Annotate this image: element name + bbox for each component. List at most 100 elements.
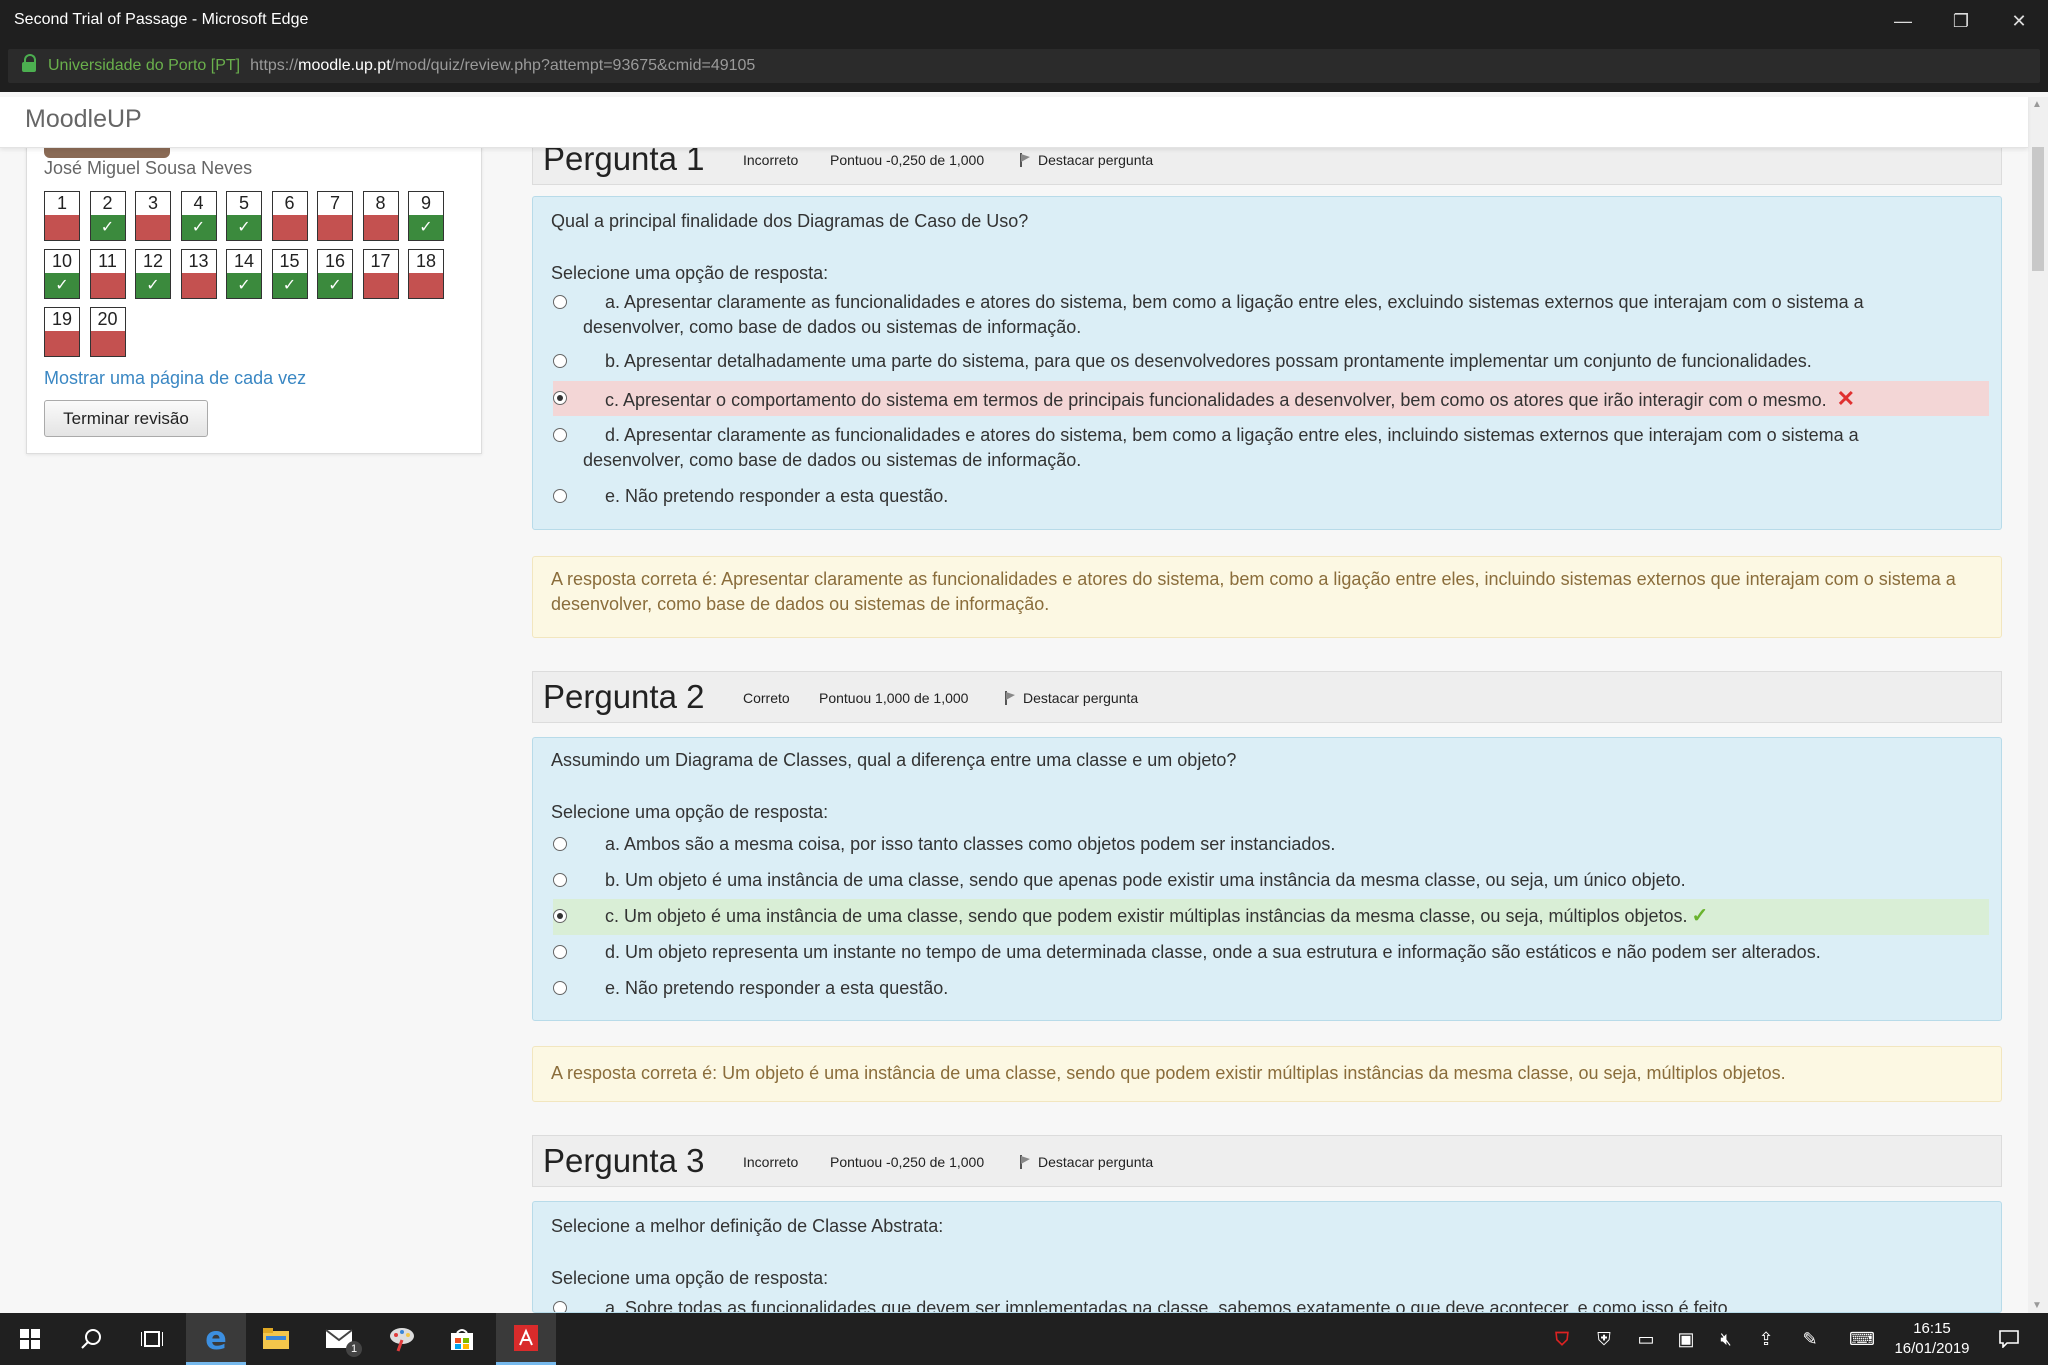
option-text: d. Um objeto representa um instante no t… xyxy=(605,942,1821,962)
antivirus-shield-icon[interactable]: ⛉ xyxy=(1542,1313,1582,1365)
radio-button-selected[interactable] xyxy=(553,909,567,923)
option-text: a. Ambos são a mesma coisa, por isso tan… xyxy=(605,834,1336,854)
radio-button[interactable] xyxy=(553,1301,567,1312)
notifications-icon[interactable] xyxy=(1986,1313,2032,1365)
upload-tray-icon[interactable]: ⇪ xyxy=(1746,1313,1786,1365)
paint-app-icon[interactable] xyxy=(372,1313,432,1365)
radio-button[interactable] xyxy=(553,354,567,368)
quiz-nav-button[interactable]: 3 xyxy=(135,191,171,241)
radio-button[interactable] xyxy=(553,945,567,959)
lock-icon[interactable] xyxy=(22,54,36,72)
site-identity[interactable]: Universidade do Porto [PT] xyxy=(48,57,240,75)
network-icon[interactable]: ▣ xyxy=(1666,1313,1706,1365)
incorrect-state-indicator xyxy=(318,215,352,240)
flag-label: Destacar pergunta xyxy=(1038,152,1154,168)
quiz-nav-button[interactable]: 13 xyxy=(180,249,217,299)
incorrect-state-indicator xyxy=(90,331,125,356)
quiz-nav-number: 18 xyxy=(415,251,437,271)
answer-option-e[interactable]: e. Não pretendo responder a esta questão… xyxy=(553,976,1989,1001)
battery-icon[interactable]: ▭ xyxy=(1626,1313,1666,1365)
correct-check-icon: ✓ xyxy=(1691,905,1709,927)
answer-option-b[interactable]: b. Um objeto é uma instância de uma clas… xyxy=(553,868,1989,893)
incorrect-cross-icon: ✕ xyxy=(1836,386,1856,411)
store-icon[interactable] xyxy=(432,1313,492,1365)
quiz-nav-button[interactable]: 4 ✓ xyxy=(180,191,217,241)
radio-button[interactable] xyxy=(553,489,567,503)
quiz-nav-button[interactable]: 15 ✓ xyxy=(271,249,308,299)
quiz-nav-button[interactable]: 20 xyxy=(89,307,126,357)
incorrect-state-indicator xyxy=(409,273,443,298)
question-grade: Pontuou 1,000 de 1,000 xyxy=(819,690,969,706)
answer-option-d[interactable]: d. Apresentar claramente as funcionalida… xyxy=(553,423,1989,473)
user-name: José Miguel Sousa Neves xyxy=(44,158,253,178)
task-view-icon[interactable] xyxy=(122,1313,182,1365)
quiz-nav-button[interactable]: 14 ✓ xyxy=(226,249,262,299)
mail-icon[interactable]: 1 xyxy=(310,1313,370,1365)
system-clock[interactable]: 16:15 16/01/2019 xyxy=(1882,1319,1982,1359)
quiz-nav-button[interactable]: 12 ✓ xyxy=(135,249,171,299)
restore-button[interactable]: ❐ xyxy=(1932,0,1990,42)
flag-icon xyxy=(1018,1155,1030,1169)
touch-keyboard-icon[interactable]: ⌨ xyxy=(1842,1313,1882,1365)
quiz-nav-button[interactable]: 9 ✓ xyxy=(408,191,444,241)
radio-button[interactable] xyxy=(553,981,567,995)
question-title: Pergunta 2 xyxy=(543,678,705,715)
quiz-nav-button[interactable]: 5 ✓ xyxy=(226,191,262,241)
minimize-button[interactable]: — xyxy=(1874,0,1932,42)
quiz-nav-button[interactable]: 7 xyxy=(317,191,353,241)
correct-check-icon: ✓ xyxy=(409,215,443,240)
answer-option-c-selected-incorrect[interactable]: c. Apresentar o comportamento do sistema… xyxy=(553,381,1989,416)
correct-check-icon: ✓ xyxy=(136,273,170,298)
scroll-up-icon[interactable]: ▲ xyxy=(2032,99,2042,110)
site-brand[interactable]: MoodleUP xyxy=(25,105,142,134)
quiz-nav-button[interactable]: 11 xyxy=(89,249,126,299)
answer-option-c-selected-correct[interactable]: c. Um objeto é uma instância de uma clas… xyxy=(553,899,1989,935)
start-windows-icon[interactable] xyxy=(0,1313,60,1365)
option-text: c. Um objeto é uma instância de uma clas… xyxy=(605,905,1709,927)
answer-option-e[interactable]: e. Não pretendo responder a esta questão… xyxy=(553,484,1989,509)
correct-check-icon: ✓ xyxy=(272,273,307,298)
answer-option-a[interactable]: a. Apresentar claramente as funcionalida… xyxy=(553,290,1989,340)
flag-question-link[interactable]: Destacar pergunta xyxy=(1018,152,1153,168)
quiz-nav-button[interactable]: 19 xyxy=(44,307,80,357)
radio-button[interactable] xyxy=(553,837,567,851)
quiz-nav-button[interactable]: 16 ✓ xyxy=(317,249,353,299)
page-scrollbar[interactable]: ▲ ▼ xyxy=(2028,97,2048,1313)
answer-option-a[interactable]: a. Sobre todas as funcionalidades que de… xyxy=(553,1296,1989,1312)
answer-option-b[interactable]: b. Apresentar detalhadamente uma parte d… xyxy=(553,349,1989,374)
quiz-nav-button[interactable]: 2 ✓ xyxy=(89,191,126,241)
answer-option-d[interactable]: d. Um objeto representa um instante no t… xyxy=(553,940,1989,965)
quiz-nav-button[interactable]: 1 xyxy=(44,191,80,241)
radio-button[interactable] xyxy=(553,873,567,887)
radio-button-selected[interactable] xyxy=(553,391,567,405)
flag-question-link[interactable]: Destacar pergunta xyxy=(1003,690,1138,706)
answer-option-a[interactable]: a. Ambos são a mesma coisa, por isso tan… xyxy=(553,832,1989,857)
correct-check-icon: ✓ xyxy=(181,215,216,240)
flag-question-link[interactable]: Destacar pergunta xyxy=(1018,1154,1153,1170)
edge-browser-icon[interactable]: e xyxy=(186,1313,246,1365)
windows-security-icon[interactable]: ⛨ xyxy=(1584,1313,1624,1365)
url-field[interactable]: Universidade do Porto [PT] https://moodl… xyxy=(8,49,2040,83)
radio-button[interactable] xyxy=(553,428,567,442)
show-one-page-link[interactable]: Mostrar uma página de cada vez xyxy=(44,368,306,389)
question-text: Qual a principal finalidade dos Diagrama… xyxy=(551,211,1029,231)
correct-check-icon: ✓ xyxy=(318,273,352,298)
pdf-reader-icon[interactable] xyxy=(496,1313,556,1365)
scroll-down-icon[interactable]: ▼ xyxy=(2032,1300,2042,1311)
pen-workspace-icon[interactable]: ✎ xyxy=(1790,1313,1830,1365)
incorrect-state-indicator xyxy=(45,215,79,240)
finish-review-button[interactable]: Terminar revisão xyxy=(44,400,208,437)
quiz-nav-button[interactable]: 8 xyxy=(362,191,399,241)
search-icon[interactable] xyxy=(62,1313,122,1365)
quiz-nav-button[interactable]: 17 xyxy=(362,249,399,299)
file-explorer-icon[interactable] xyxy=(246,1313,306,1365)
quiz-nav-button[interactable]: 6 xyxy=(271,191,308,241)
volume-muted-icon[interactable]: 🔇︎ xyxy=(1706,1313,1746,1365)
question-2-header: Pergunta 2 Correto Pontuou 1,000 de 1,00… xyxy=(532,671,2002,723)
scrollbar-thumb[interactable] xyxy=(2032,147,2044,271)
close-button[interactable]: ✕ xyxy=(1990,0,2048,42)
quiz-nav-button[interactable]: 18 xyxy=(408,249,444,299)
correct-check-icon: ✓ xyxy=(227,273,261,298)
quiz-nav-button[interactable]: 10 ✓ xyxy=(44,249,80,299)
radio-button[interactable] xyxy=(553,295,567,309)
